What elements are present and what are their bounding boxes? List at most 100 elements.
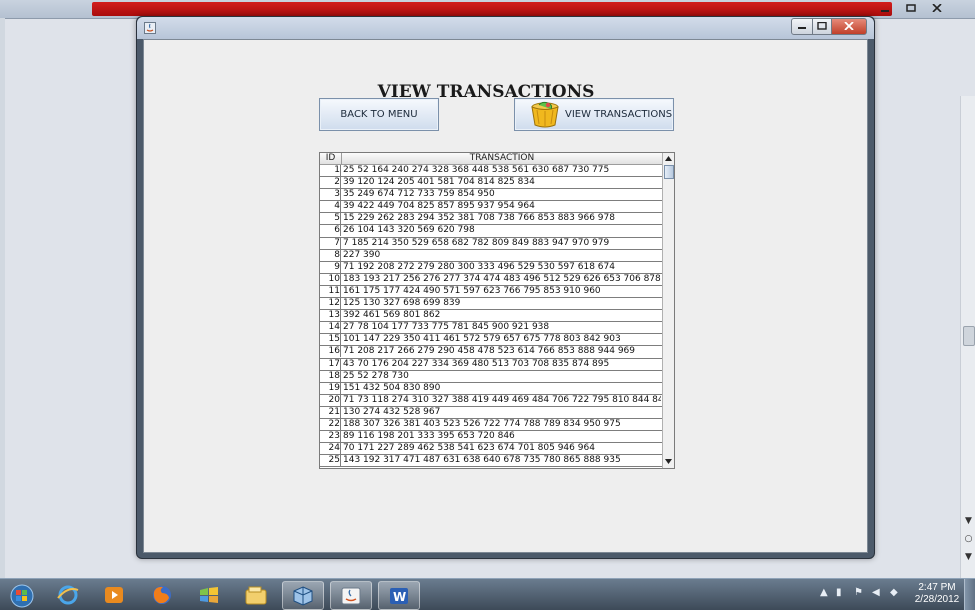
cell-id[interactable]: 6: [320, 225, 341, 237]
cell-transaction[interactable]: 39 120 124 205 401 581 704 814 825 834: [343, 177, 661, 188]
back-to-menu-button[interactable]: BACK TO MENU: [319, 98, 439, 131]
taskbar-word[interactable]: W: [378, 581, 420, 610]
table-row[interactable]: 11 161 175 177 424 490 571 597 623 766 79…: [320, 285, 662, 299]
table-row[interactable]: 12 125 130 327 698 699 839: [320, 298, 662, 311]
table-row[interactable]: 21 130 274 432 528 967: [320, 406, 662, 419]
dropbox-icon[interactable]: ◆: [890, 587, 898, 598]
cell-transaction[interactable]: 25 52 278 730: [343, 371, 661, 382]
scroll-down-arrow-icon[interactable]: [663, 456, 674, 467]
cell-id[interactable]: 23: [320, 431, 341, 443]
table-row[interactable]: 6 26 104 143 320 569 620 798: [320, 225, 662, 238]
cell-id[interactable]: 13: [320, 310, 341, 322]
volume-icon[interactable]: ◀: [872, 587, 880, 598]
taskbar-windows-folder[interactable]: [189, 581, 229, 608]
cell-transaction[interactable]: 71 73 118 274 310 327 388 419 449 469 48…: [343, 395, 661, 406]
cell-transaction[interactable]: 35 249 674 712 733 759 854 950: [343, 189, 661, 200]
cell-id[interactable]: 1: [320, 165, 341, 176]
background-maximize-button[interactable]: [899, 1, 923, 15]
background-close-button[interactable]: [925, 1, 949, 15]
table-row[interactable]: 22 188 307 326 381 403 523 526 722 774 78…: [320, 418, 662, 432]
cell-transaction[interactable]: 25 52 164 240 274 328 368 448 538 561 63…: [343, 165, 661, 176]
scroll-down-arrow-icon[interactable]: ▼: [962, 516, 975, 526]
table-row[interactable]: 5 15 229 262 283 294 352 381 708 738 766 …: [320, 213, 662, 226]
table-row[interactable]: 19 151 432 504 830 890: [320, 382, 662, 395]
table-row[interactable]: 25 143 192 317 471 487 631 638 640 678 73…: [320, 455, 662, 468]
cell-id[interactable]: 9: [320, 261, 341, 273]
column-header-id[interactable]: ID: [320, 153, 342, 164]
network-icon[interactable]: ▮: [836, 587, 842, 598]
cell-id[interactable]: 4: [320, 201, 341, 213]
close-button[interactable]: [831, 18, 867, 35]
cell-id[interactable]: 18: [320, 370, 341, 382]
table-row[interactable]: 15 101 147 229 350 411 461 572 579 657 67…: [320, 334, 662, 347]
table-row[interactable]: 77 185 214 350 529 658 682 782 809 849 8…: [320, 237, 662, 250]
table-row[interactable]: 18 25 52 278 730: [320, 370, 662, 383]
table-row[interactable]: 8 227 390: [320, 249, 662, 262]
view-transactions-button[interactable]: VIEW TRANSACTIONS: [514, 98, 674, 131]
cell-transaction[interactable]: 89 116 198 201 333 395 653 720 846: [343, 431, 661, 442]
cell-id[interactable]: 3: [320, 189, 341, 201]
cell-transaction[interactable]: 392 461 569 801 862: [343, 310, 661, 321]
table-scrollbar[interactable]: [662, 153, 674, 468]
minimize-button[interactable]: [791, 18, 813, 35]
table-row[interactable]: 10 183 193 217 256 276 277 374 474 483 49…: [320, 273, 662, 286]
cell-id[interactable]: 2: [320, 177, 341, 189]
taskbar-media-player[interactable]: [94, 581, 134, 608]
cell-id[interactable]: 15: [320, 334, 341, 346]
cell-transaction[interactable]: 43 70 176 204 227 334 369 480 513 703 70…: [343, 359, 661, 370]
cell-id[interactable]: 5: [320, 213, 341, 225]
table-row[interactable]: 9 71 192 208 272 279 280 300 333 496 529 …: [320, 261, 662, 274]
cell-transaction[interactable]: 161 175 177 424 490 571 597 623 766 795 …: [343, 286, 661, 297]
cell-id[interactable]: 20: [320, 394, 341, 406]
cell-transaction[interactable]: 227 390: [343, 250, 661, 261]
tray-expand-icon[interactable]: ▲: [820, 587, 828, 598]
cell-transaction[interactable]: 70 171 227 289 462 538 541 623 674 701 8…: [343, 443, 661, 454]
taskbar-java[interactable]: [330, 581, 372, 610]
table-row[interactable]: 1 25 52 164 240 274 328 368 448 538 561 6…: [320, 165, 662, 178]
table-row[interactable]: 16 71 208 217 266 279 290 458 478 523 614…: [320, 346, 662, 359]
cell-transaction[interactable]: 101 147 229 350 411 461 572 579 657 675 …: [343, 334, 661, 345]
background-scroll-thumb[interactable]: [963, 326, 975, 346]
scroll-thumb[interactable]: [664, 165, 674, 179]
cell-id[interactable]: 22: [320, 418, 341, 430]
cell-transaction[interactable]: 71 192 208 272 279 280 300 333 496 529 5…: [343, 262, 661, 273]
table-row[interactable]: 3 35 249 674 712 733 759 854 950: [320, 189, 662, 202]
cell-transaction[interactable]: 143 192 317 471 487 631 638 640 678 735 …: [343, 455, 661, 466]
table-row[interactable]: 2 39 120 124 205 401 581 704 814 825 834: [320, 177, 662, 190]
cell-id[interactable]: 12: [320, 298, 341, 310]
maximize-button[interactable]: [812, 18, 832, 35]
cell-transaction[interactable]: 71 208 217 266 279 290 458 478 523 614 7…: [343, 346, 661, 357]
scroll-down-arrow-icon-2[interactable]: ▼: [962, 552, 975, 562]
flag-icon[interactable]: ⚑: [854, 587, 863, 598]
table-row[interactable]: 23 89 116 198 201 333 395 653 720 846: [320, 431, 662, 444]
cell-transaction[interactable]: 130 274 432 528 967: [343, 407, 661, 418]
window-titlebar[interactable]: [137, 17, 874, 39]
circle-icon[interactable]: ○: [962, 534, 975, 544]
cell-id[interactable]: 11: [320, 285, 341, 297]
table-row[interactable]: 4 39 422 449 704 825 857 895 937 954 964: [320, 201, 662, 214]
cell-id[interactable]: 10: [320, 273, 341, 285]
cell-id[interactable]: 14: [320, 322, 341, 334]
table-row[interactable]: 24 70 171 227 289 462 538 541 623 674 701…: [320, 443, 662, 456]
column-header-transaction[interactable]: TRANSACTION: [342, 153, 662, 164]
cell-transaction[interactable]: 151 432 504 830 890: [343, 383, 661, 394]
cell-transaction[interactable]: 27 78 104 177 733 775 781 845 900 921 93…: [343, 322, 661, 333]
background-minimize-button[interactable]: [873, 1, 897, 15]
cell-id[interactable]: 7: [320, 237, 341, 249]
table-row[interactable]: 14 27 78 104 177 733 775 781 845 900 921 …: [320, 322, 662, 335]
cell-transaction[interactable]: 125 130 327 698 699 839: [343, 298, 661, 309]
cell-transaction[interactable]: 26 104 143 320 569 620 798: [343, 225, 661, 236]
cell-id[interactable]: 17: [320, 358, 341, 370]
cell-id[interactable]: 16: [320, 346, 341, 358]
cell-transaction[interactable]: 188 307 326 381 403 523 526 722 774 788 …: [343, 419, 661, 430]
cell-transaction[interactable]: 7 185 214 350 529 658 682 782 809 849 88…: [343, 238, 661, 249]
background-scrollbar[interactable]: ▼ ○ ▼: [960, 96, 975, 578]
cell-transaction[interactable]: 15 229 262 283 294 352 381 708 738 766 8…: [343, 213, 661, 224]
scroll-up-arrow-icon[interactable]: [663, 153, 674, 164]
cell-transaction[interactable]: 39 422 449 704 825 857 895 937 954 964: [343, 201, 661, 212]
cell-id[interactable]: 21: [320, 406, 341, 418]
cell-id[interactable]: 8: [320, 249, 341, 261]
taskbar-ie[interactable]: [48, 581, 88, 608]
cell-id[interactable]: 24: [320, 443, 341, 455]
cell-id[interactable]: 25: [320, 455, 341, 467]
